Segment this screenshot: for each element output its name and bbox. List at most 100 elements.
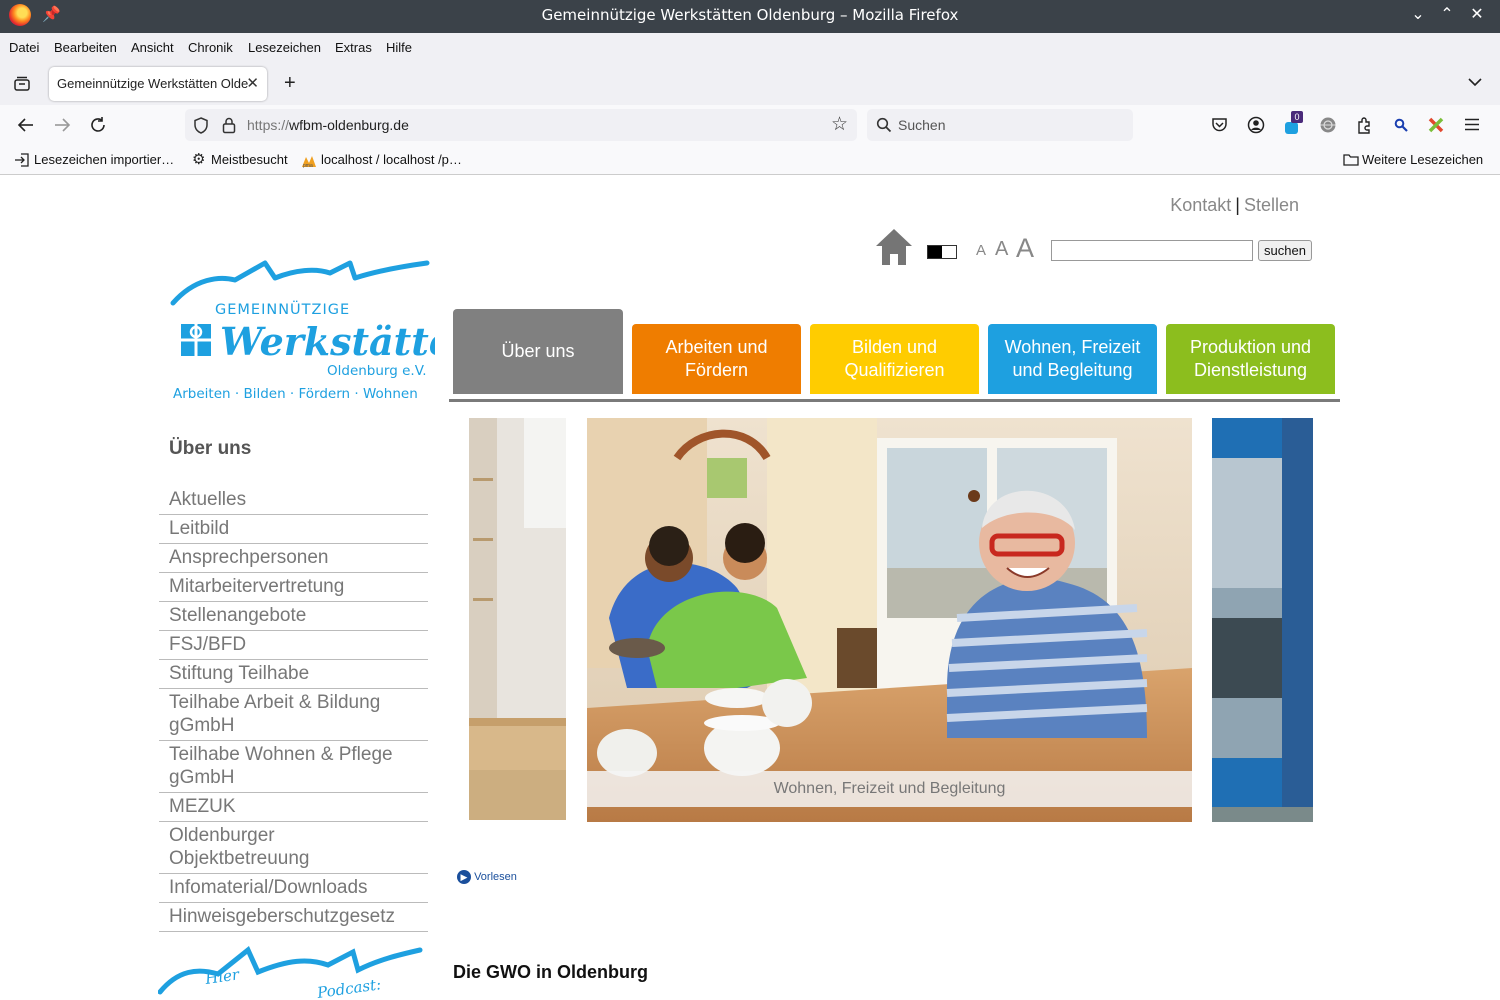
menu-lesezeichen[interactable]: Lesezeichen (248, 40, 321, 55)
gear-icon: ⚙ (192, 151, 206, 168)
window-title: Gemeinnützige Werkstätten Oldenburg – Mo… (541, 6, 959, 24)
top-links-separator: | (1235, 195, 1240, 215)
new-tab-icon[interactable]: + (284, 72, 296, 95)
logo-wave-icon (170, 260, 430, 306)
bookmark-import[interactable]: Lesezeichen importier… (34, 152, 174, 167)
url-bar[interactable]: https://wfbm-oldenburg.de ☆ (185, 109, 857, 141)
sidebar-item-mezuk[interactable]: MEZUK (159, 793, 428, 822)
menu-bar: Datei Bearbeiten Ansicht Chronik Lesezei… (0, 33, 1500, 63)
nav-produktion-dienstleistung[interactable]: Produktion und Dienstleistung (1166, 324, 1335, 394)
sidebar-item-mitarbeitervertretung[interactable]: Mitarbeitervertretung (159, 573, 428, 602)
close-window-icon[interactable]: ✕ (1466, 4, 1488, 26)
bookmark-localhost[interactable]: localhost / localhost /p… (321, 152, 462, 167)
sidebar: Über uns Aktuelles Leitbild Ansprechpers… (159, 438, 428, 932)
font-size-medium[interactable]: A (995, 238, 1008, 261)
sidebar-item-fsj-bfd[interactable]: FSJ/BFD (159, 631, 428, 660)
read-aloud-label: Vorlesen (474, 871, 517, 883)
podcast-banner[interactable]: Hier Podcast: (158, 940, 428, 1000)
sidebar-item-hinweisgeberschutz[interactable]: Hinweisgeberschutzgesetz (159, 903, 428, 932)
navigation-bar: https://wfbm-oldenburg.de ☆ Suchen 0 (0, 105, 1500, 145)
reload-icon[interactable] (89, 116, 107, 134)
close-tab-icon[interactable]: ✕ (246, 74, 259, 92)
gwo-logo[interactable]: GEMEINNÜTZIGE Werkstätten Oldenburg e.V.… (165, 258, 435, 408)
menu-ansicht[interactable]: Ansicht (131, 40, 174, 55)
extension-counter-icon[interactable]: 0 (1284, 111, 1304, 135)
sidebar-item-aktuelles[interactable]: Aktuelles (159, 486, 428, 515)
logo-line2: Werkstätten (220, 319, 435, 364)
tab-title: Gemeinnützige Werkstätten Olde (57, 76, 249, 91)
other-bookmarks[interactable]: Weitere Lesezeichen (1362, 152, 1483, 167)
sidebar-item-teilhabe-arbeit[interactable]: Teilhabe Arbeit & Bildung gGmbH (159, 689, 428, 741)
minimize-icon[interactable]: ⌄ (1407, 4, 1429, 26)
read-aloud-button[interactable]: ▶ Vorlesen (457, 870, 517, 884)
back-icon[interactable] (17, 117, 35, 133)
sidebar-item-stiftung-teilhabe[interactable]: Stiftung Teilhabe (159, 660, 428, 689)
top-links: Kontakt | Stellen (1170, 195, 1299, 216)
extensions-icon[interactable] (1356, 116, 1373, 134)
sidebar-item-stellenangebote[interactable]: Stellenangebote (159, 602, 428, 631)
search-placeholder: Suchen (898, 117, 946, 133)
slide-main-image[interactable] (587, 418, 1192, 822)
site-search-input[interactable] (1051, 240, 1253, 261)
shield-icon[interactable] (193, 117, 209, 134)
sidebar-heading: Über uns (169, 438, 252, 459)
site-search-button[interactable]: suchen (1258, 240, 1312, 261)
window-titlebar: 📌 Gemeinnützige Werkstätten Oldenburg – … (0, 0, 1500, 33)
contrast-toggle-icon[interactable] (927, 245, 957, 259)
play-icon: ▶ (457, 870, 471, 884)
jobs-link[interactable]: Stellen (1244, 195, 1299, 215)
nav-underline (449, 399, 1340, 402)
font-size-large[interactable]: A (1016, 233, 1034, 264)
active-tab[interactable]: Gemeinnützige Werkstätten Olde ✕ (49, 67, 267, 101)
home-icon[interactable] (874, 227, 914, 267)
bookmark-star-icon[interactable]: ☆ (831, 113, 848, 136)
menu-hamburger-icon[interactable] (1465, 118, 1479, 131)
sidebar-item-objektbetreuung[interactable]: Oldenburger Objektbetreuung (159, 822, 428, 874)
search-bar[interactable]: Suchen (867, 109, 1133, 141)
logo-emblem-icon (181, 324, 211, 356)
phpmyadmin-icon: pma (302, 156, 316, 168)
nav-wohnen-freizeit[interactable]: Wohnen, Freizeit und Begleitung (988, 324, 1157, 394)
menu-extras[interactable]: Extras (335, 40, 372, 55)
slide-prev-image[interactable] (469, 418, 566, 820)
import-icon (15, 153, 29, 167)
image-slider[interactable]: Wohnen, Freizeit und Begleitung (469, 418, 1313, 822)
folder-icon (1343, 154, 1359, 166)
globe-extension-icon[interactable] (1319, 116, 1337, 134)
pocket-icon[interactable] (1211, 117, 1228, 133)
sidebar-item-infomaterial[interactable]: Infomaterial/Downloads (159, 874, 428, 903)
nav-bilden-qualifizieren[interactable]: Bilden und Qualifizieren (810, 324, 979, 394)
x-extension-icon[interactable] (1427, 116, 1445, 134)
logo-line3: Oldenburg e.V. (327, 363, 427, 379)
magnifier-extension-icon[interactable] (1394, 118, 1408, 132)
search-icon (876, 117, 892, 133)
menu-datei[interactable]: Datei (9, 40, 39, 55)
font-size-small[interactable]: A (976, 242, 986, 259)
tab-bar: Gemeinnützige Werkstätten Olde ✕ + (0, 63, 1500, 105)
sidebar-item-teilhabe-wohnen[interactable]: Teilhabe Wohnen & Pflege gGmbH (159, 741, 428, 793)
menu-hilfe[interactable]: Hilfe (386, 40, 412, 55)
svg-text:pma: pma (303, 163, 313, 168)
nav-ueber-uns[interactable]: Über uns (453, 309, 623, 394)
bookmark-most-visited[interactable]: Meistbesucht (211, 152, 288, 167)
site-tools: A A A suchen (872, 227, 1332, 267)
nav-arbeiten-foerdern[interactable]: Arbeiten und Fördern (632, 324, 801, 394)
tab-list-chevron-icon[interactable] (1468, 77, 1482, 87)
podcast-word1: Hier (203, 965, 241, 988)
account-icon[interactable] (1247, 116, 1265, 134)
contact-link[interactable]: Kontakt (1170, 195, 1231, 215)
logo-tagline: Arbeiten · Bilden · Fördern · Wohnen (173, 386, 418, 402)
extension-badge: 0 (1291, 111, 1303, 123)
slider-caption: Wohnen, Freizeit und Begleitung (587, 771, 1192, 807)
podcast-word2: Podcast: (315, 975, 382, 1000)
tab-overview-icon[interactable] (13, 75, 31, 93)
maximize-icon[interactable]: ⌃ (1436, 4, 1458, 26)
section-title: Die GWO in Oldenburg (453, 962, 648, 982)
menu-bearbeiten[interactable]: Bearbeiten (54, 40, 117, 55)
forward-icon[interactable] (53, 117, 71, 133)
slide-next-image[interactable] (1212, 418, 1313, 822)
sidebar-item-ansprechpersonen[interactable]: Ansprechpersonen (159, 544, 428, 573)
sidebar-item-leitbild[interactable]: Leitbild (159, 515, 428, 544)
menu-chronik[interactable]: Chronik (188, 40, 233, 55)
lock-icon[interactable] (222, 117, 236, 134)
